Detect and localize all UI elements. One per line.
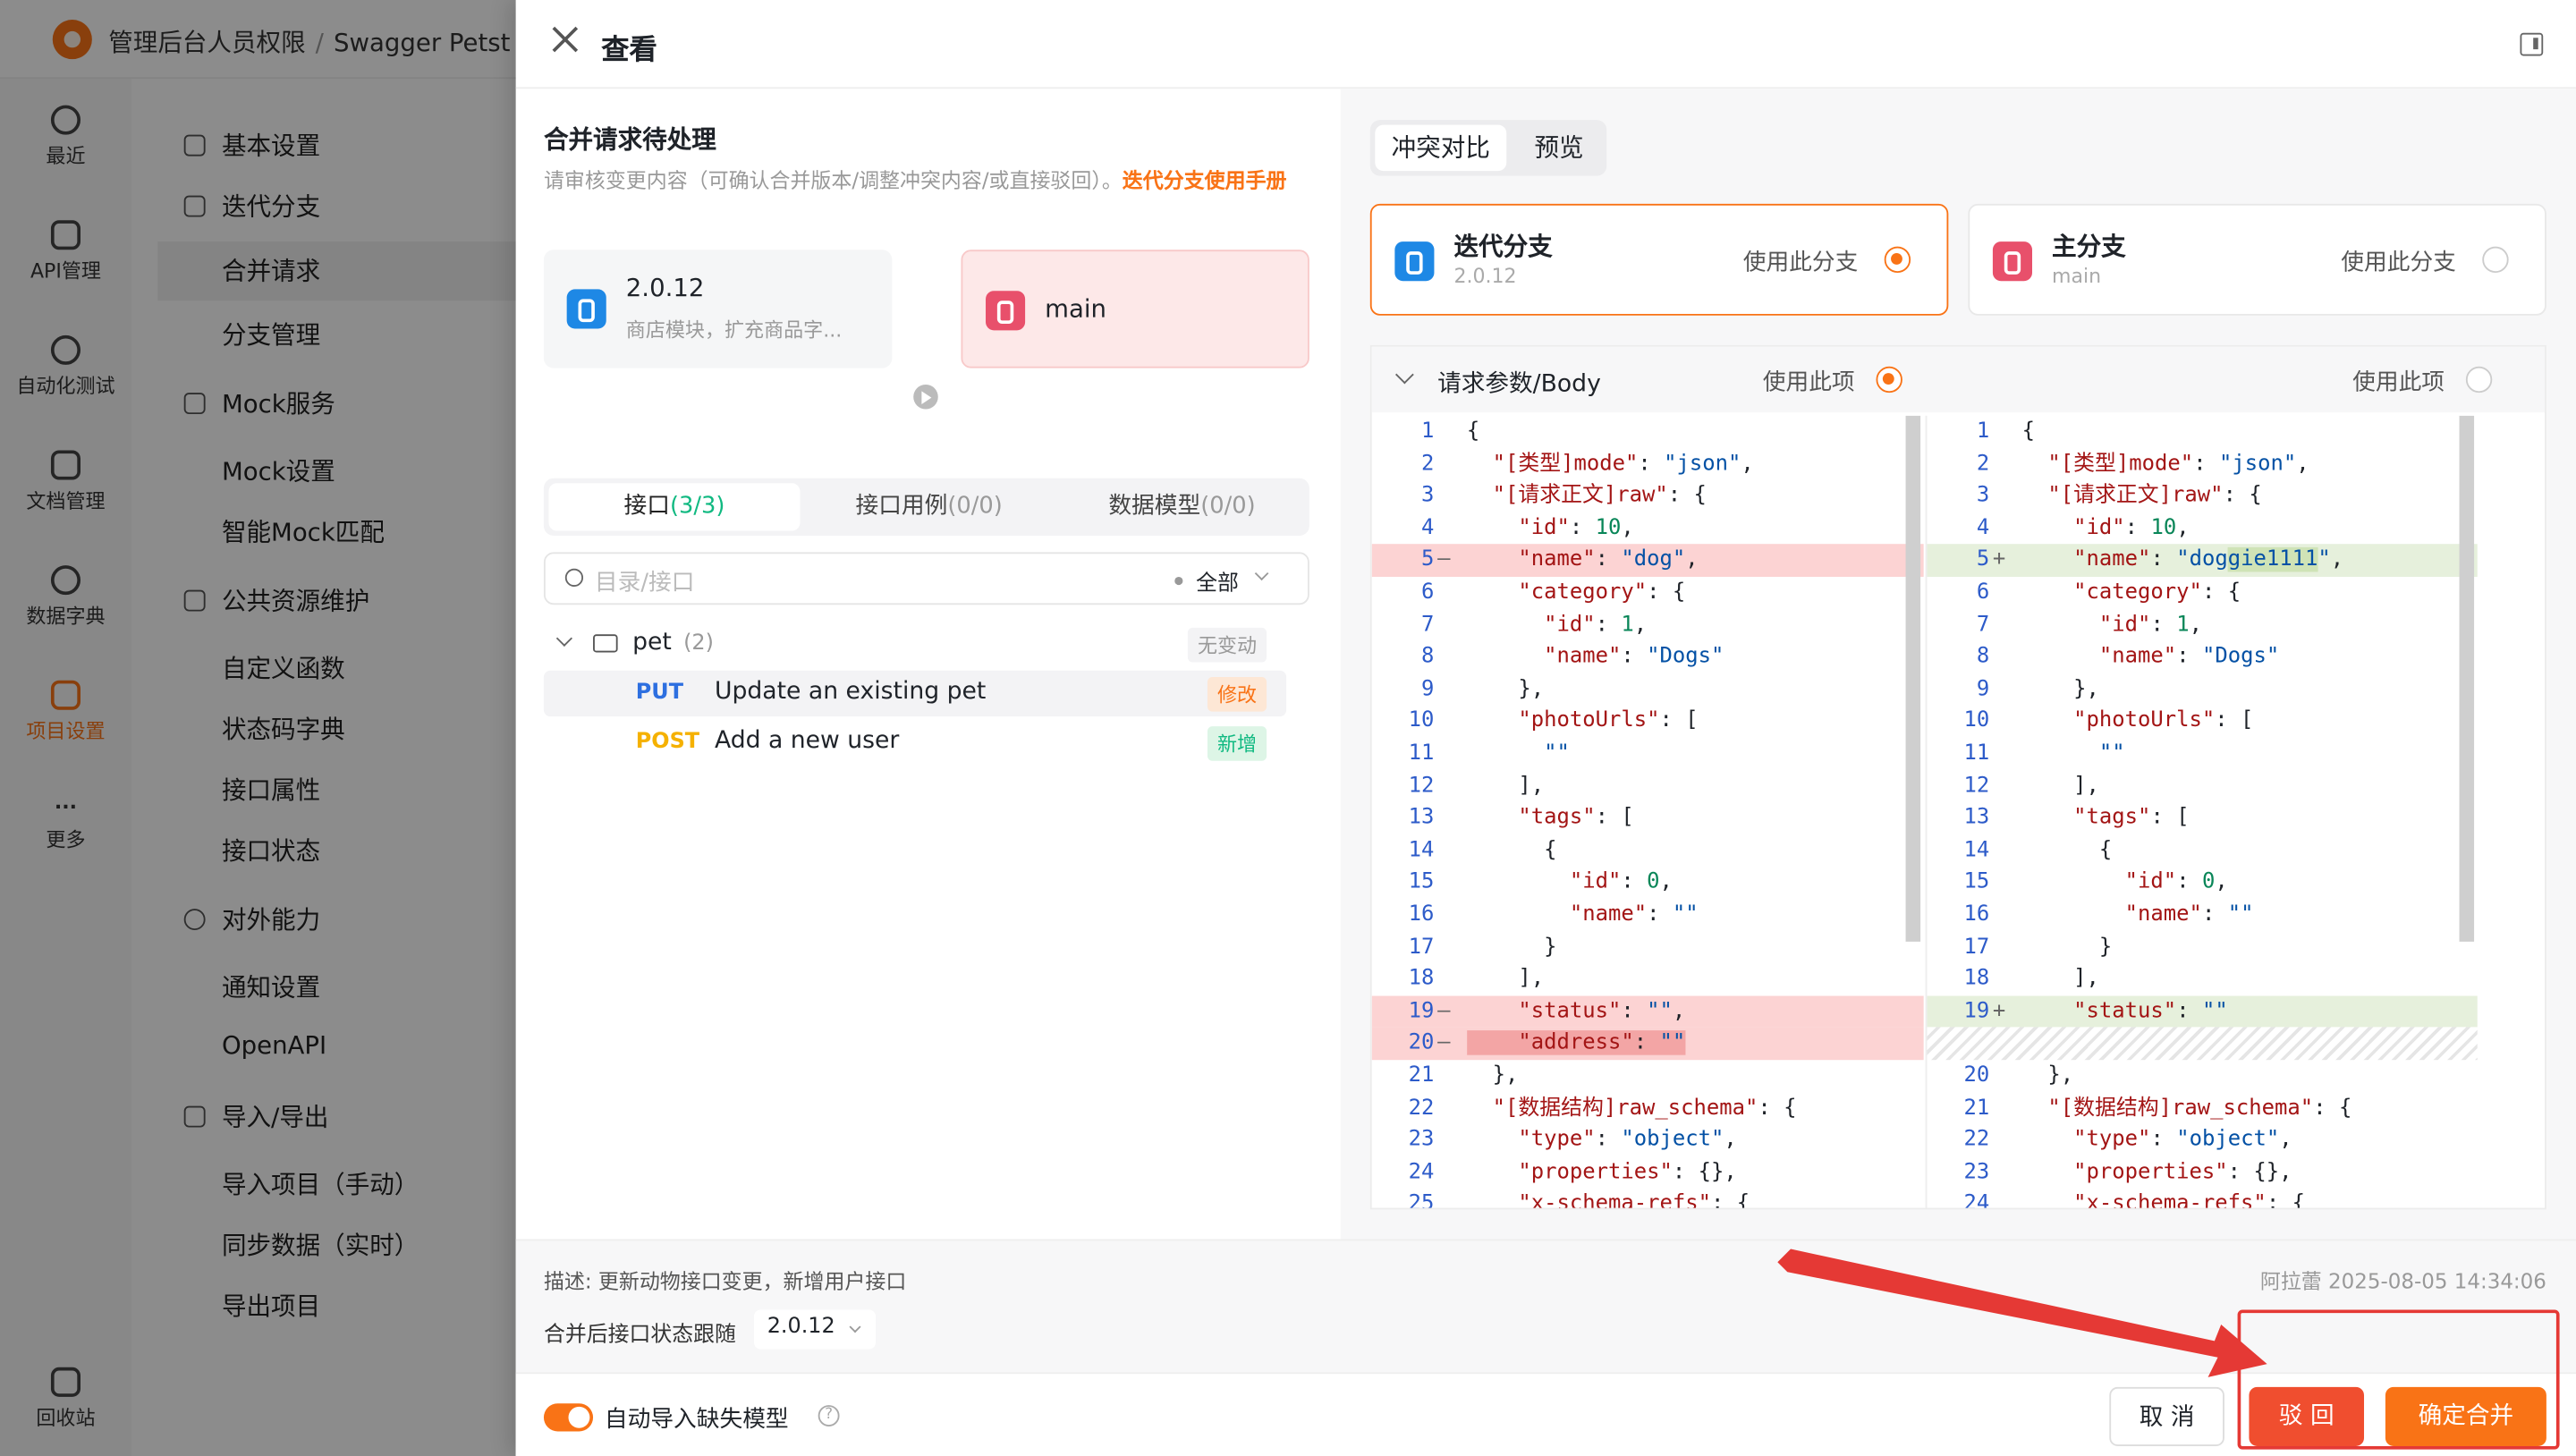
app-window: 管理后台人员权限 / Swagger Petst 最近 API管理 自动化测试 文档… [0,0,2576,1456]
annotation-arrow-icon [1777,1249,2267,1377]
